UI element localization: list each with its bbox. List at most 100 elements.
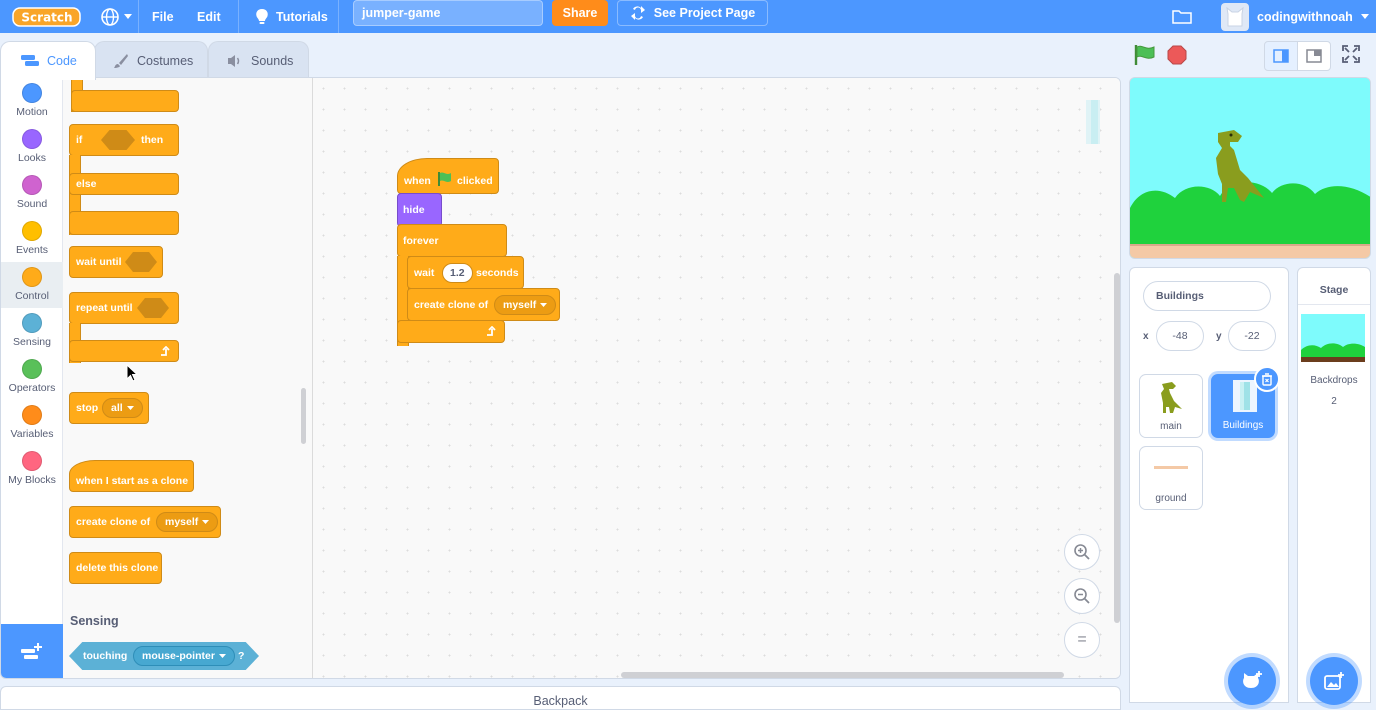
backdrops-count: 2: [1331, 396, 1337, 407]
code-icon: [21, 55, 39, 66]
category-looks[interactable]: Looks: [1, 124, 63, 170]
wait-seconds-block[interactable]: wait 1.2 seconds: [407, 256, 524, 289]
when-clone-hat-block[interactable]: when I start as a clone: [69, 460, 194, 492]
chevron-down-icon: [202, 519, 210, 524]
forever-block[interactable]: forever: [397, 224, 507, 257]
create-clone-block[interactable]: create clone of myself: [407, 288, 560, 321]
condition-slot[interactable]: [137, 298, 169, 318]
edit-menu[interactable]: Edit: [197, 0, 221, 33]
chevron-down-icon: [218, 653, 226, 658]
zoom-reset-button[interactable]: =: [1064, 622, 1100, 658]
sprite-tile-ground[interactable]: ground: [1139, 446, 1203, 510]
sprite-watermark-icon: [1086, 100, 1100, 144]
category-control[interactable]: Control: [1, 262, 63, 308]
tutorials-button[interactable]: Tutorials: [254, 0, 328, 33]
wait-until-block[interactable]: wait until: [69, 246, 163, 278]
my-blocks-dot-icon: [22, 451, 42, 471]
choose-sprite-button[interactable]: [1228, 657, 1276, 705]
category-label: My Blocks: [8, 474, 56, 486]
category-events[interactable]: Events: [1, 216, 63, 262]
condition-slot[interactable]: [125, 252, 157, 272]
choose-backdrop-button[interactable]: [1310, 657, 1358, 705]
see-project-page-label: See Project Page: [653, 6, 756, 20]
category-sensing[interactable]: Sensing: [1, 308, 63, 354]
small-stage-button[interactable]: [1264, 41, 1298, 71]
stop-block[interactable]: stop all: [69, 392, 149, 424]
scratch-logo[interactable]: Scratch: [12, 0, 82, 33]
x-field[interactable]: -48: [1156, 321, 1204, 351]
sprite-tile-main[interactable]: main: [1139, 374, 1203, 438]
repeat-foot[interactable]: [69, 340, 179, 362]
large-stage-button[interactable]: [1297, 41, 1331, 71]
category-label: Looks: [17, 152, 47, 164]
else-bar[interactable]: else: [69, 173, 179, 195]
forever-foot[interactable]: [397, 320, 505, 343]
hide-label: hide: [403, 204, 425, 216]
sprite-label: Buildings: [1222, 420, 1264, 431]
share-button[interactable]: Share: [552, 0, 608, 26]
category-sound[interactable]: Sound: [1, 170, 63, 216]
wait-seconds-input[interactable]: 1.2: [442, 263, 473, 283]
stage-canvas[interactable]: [1129, 77, 1371, 259]
file-menu[interactable]: File: [152, 0, 174, 33]
workspace-vertical-scrollbar[interactable]: [1114, 273, 1120, 623]
category-my-blocks[interactable]: My Blocks: [1, 446, 63, 492]
zoom-in-icon: [1074, 544, 1090, 560]
tab-sounds[interactable]: Sounds: [208, 41, 309, 79]
create-clone-block[interactable]: create clone of myself: [69, 506, 221, 538]
when-flag-clicked-block[interactable]: when clicked: [397, 158, 499, 194]
touching-dropdown[interactable]: mouse-pointer: [133, 646, 235, 666]
hide-block[interactable]: hide: [397, 193, 442, 227]
green-flag-button[interactable]: [1133, 44, 1157, 71]
touching-option: mouse-pointer: [142, 650, 215, 662]
username: codingwithnoah: [1257, 9, 1353, 24]
account-menu[interactable]: codingwithnoah: [1221, 0, 1369, 33]
category-motion[interactable]: Motion: [1, 78, 63, 124]
divider: [338, 0, 339, 33]
category-operators[interactable]: Operators: [1, 354, 63, 400]
repeat-until-label: repeat until: [76, 302, 133, 314]
backpack[interactable]: Backpack: [0, 686, 1121, 710]
category-variables[interactable]: Variables: [1, 400, 63, 446]
sprite-name-field[interactable]: Buildings: [1143, 281, 1271, 311]
repeat-until-block[interactable]: repeat until: [69, 292, 179, 324]
workspace-horizontal-scrollbar[interactable]: [621, 672, 1064, 678]
dino-thumbnail-icon: [1161, 382, 1182, 413]
clone-option: myself: [165, 516, 199, 528]
menu-bar: Scratch File Edit Tutorials jumper-game …: [0, 0, 1376, 33]
category-label: Operators: [8, 382, 56, 394]
zoom-out-button[interactable]: [1064, 578, 1100, 614]
see-project-page-button[interactable]: See Project Page: [617, 0, 768, 26]
stop-dropdown[interactable]: all: [102, 398, 143, 418]
block-fragment[interactable]: [71, 90, 179, 112]
create-clone-label: create clone of: [414, 299, 489, 311]
if-else-foot[interactable]: [69, 211, 179, 235]
stop-button[interactable]: [1167, 45, 1187, 70]
delete-clone-label: delete this clone: [76, 562, 159, 574]
stop-label: stop: [76, 402, 99, 414]
delete-sprite-button[interactable]: [1254, 366, 1280, 392]
palette-scrollbar[interactable]: [301, 388, 306, 444]
condition-slot[interactable]: [101, 130, 135, 150]
y-field[interactable]: -22: [1228, 321, 1276, 351]
sprite-pane: Buildings x -48 y -22 main Buildings gro…: [1129, 267, 1289, 705]
script-workspace[interactable]: when clicked hide forever wait 1.2 secon…: [313, 78, 1120, 678]
stage-selector-pane[interactable]: Stage Backdrops 2: [1297, 267, 1371, 705]
if-else-block[interactable]: if then: [69, 124, 179, 156]
fullscreen-button[interactable]: [1342, 45, 1360, 68]
clone-target-dropdown[interactable]: myself: [156, 512, 219, 532]
touching-block[interactable]: touching mouse-pointer ?: [69, 642, 259, 670]
sprite-label: main: [1160, 421, 1182, 432]
tab-costumes[interactable]: Costumes: [94, 41, 208, 79]
image-add-icon: [1324, 672, 1344, 690]
tab-code[interactable]: Code: [0, 41, 96, 80]
clone-option: myself: [503, 299, 537, 311]
clone-target-dropdown[interactable]: myself: [494, 295, 557, 315]
add-extension-button[interactable]: [1, 624, 63, 678]
my-stuff-button[interactable]: [1172, 0, 1192, 33]
zoom-out-icon: [1074, 588, 1090, 604]
project-title-input[interactable]: jumper-game: [353, 0, 543, 26]
zoom-in-button[interactable]: [1064, 534, 1100, 570]
language-menu[interactable]: [100, 0, 132, 33]
delete-clone-block[interactable]: delete this clone: [69, 552, 162, 584]
